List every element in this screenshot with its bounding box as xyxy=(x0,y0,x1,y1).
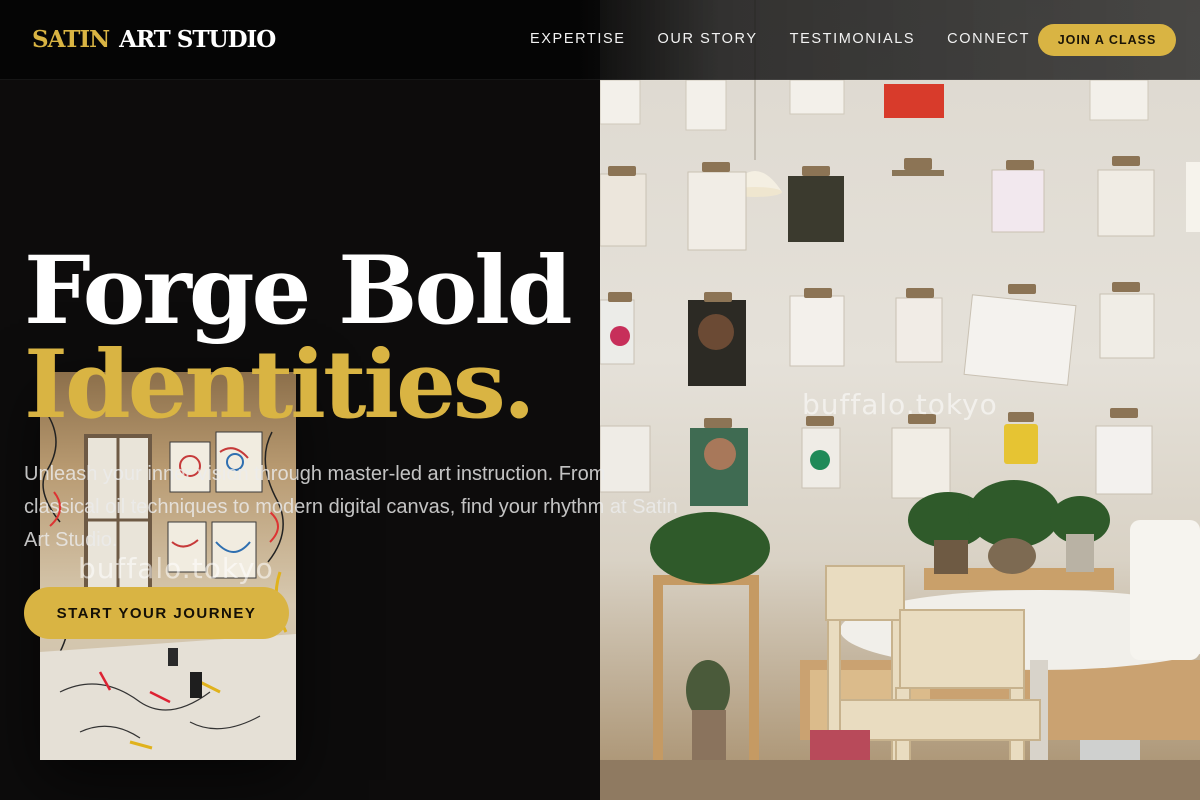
hero-subtitle: Unleash your inner vision through master… xyxy=(24,463,678,551)
site-header: SATIN ART STUDIO EXPERTISE OUR STORY TEST… xyxy=(0,0,1200,80)
start-your-journey-button[interactable]: START YOUR JOURNEY xyxy=(24,587,289,639)
nav-link-expertise[interactable]: EXPERTISE xyxy=(530,31,626,47)
hero-title-line2: Identities. xyxy=(24,330,536,440)
hero-photo: buffalo.tokyo xyxy=(600,0,1200,800)
brand-accent-word: SATIN xyxy=(32,26,110,53)
nav-link-connect[interactable]: CONNECT xyxy=(947,31,1030,47)
nav-link-our-story[interactable]: OUR STORY xyxy=(658,31,758,47)
hero-title-line1: Forge Bold xyxy=(24,236,573,346)
brand-logo[interactable]: SATIN ART STUDIO xyxy=(32,26,276,53)
watermark-text: buffalo.tokyo xyxy=(802,388,998,421)
hero-title: Forge Bold Identities. xyxy=(24,236,573,440)
main-nav: EXPERTISE OUR STORY TESTIMONIALS CONNECT xyxy=(530,31,1030,47)
brand-rest-words: ART STUDIO xyxy=(119,26,276,53)
join-a-class-button[interactable]: JOIN A CLASS xyxy=(1038,24,1176,56)
nav-link-testimonials[interactable]: TESTIMONIALS xyxy=(790,31,916,47)
